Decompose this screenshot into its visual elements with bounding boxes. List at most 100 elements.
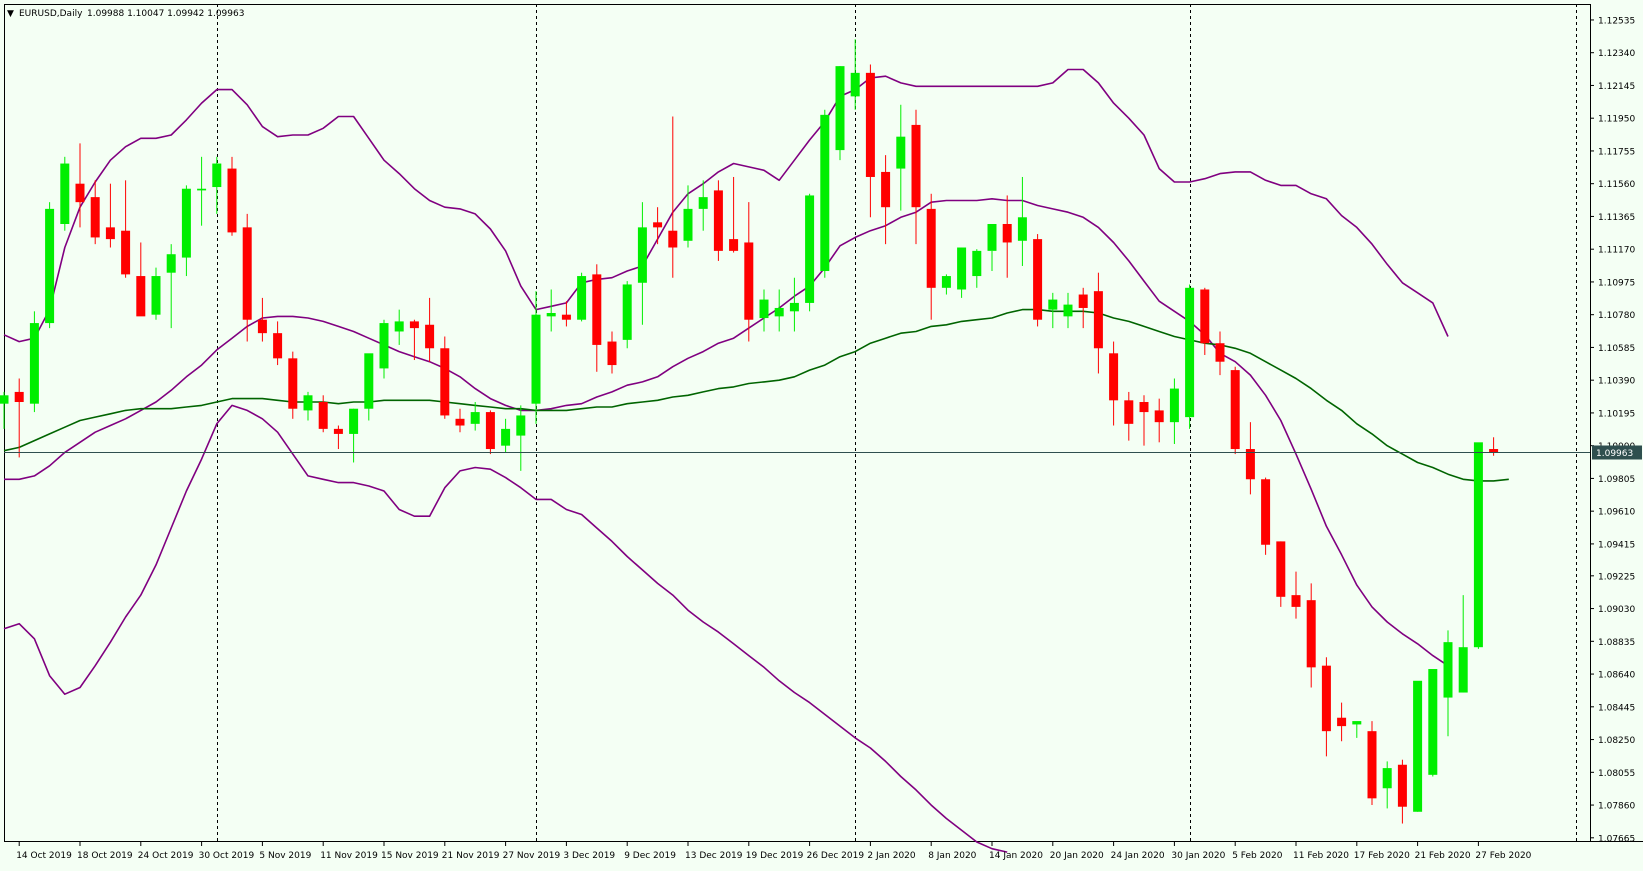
x-tick-label: 30 Oct 2019 <box>199 851 255 861</box>
candle-body <box>516 415 526 436</box>
candle-body <box>1017 217 1027 241</box>
x-tick-label: 13 Dec 2019 <box>685 851 743 861</box>
candle <box>440 336 450 419</box>
candle-body <box>1352 721 1362 725</box>
x-tick-label: 20 Jan 2020 <box>1050 851 1104 861</box>
candle-body <box>288 358 298 409</box>
x-tick-label: 18 Oct 2019 <box>77 851 133 861</box>
candle <box>1033 234 1043 327</box>
y-tick-label: 1.12535 <box>1598 16 1635 26</box>
candle-body <box>379 323 389 369</box>
y-tick-label: 1.08055 <box>1598 769 1635 779</box>
candle-body <box>394 321 404 332</box>
plot-frame <box>4 4 1591 842</box>
candle-body <box>409 321 419 329</box>
candle <box>1367 721 1377 806</box>
candle <box>1230 366 1240 455</box>
candle-body <box>105 227 115 240</box>
candle-body <box>1413 680 1423 812</box>
candle-body <box>835 66 845 151</box>
y-tick-label: 1.09610 <box>1598 508 1635 518</box>
candle-body <box>637 227 647 283</box>
candle-body <box>911 124 921 208</box>
candle-body <box>501 428 511 446</box>
candle-body <box>1002 223 1012 243</box>
candle-body <box>0 395 9 404</box>
candle-body <box>1473 442 1483 648</box>
candle-body <box>896 136 906 169</box>
y-tick-label: 1.11755 <box>1598 147 1635 157</box>
candle-body <box>197 188 207 191</box>
candle-body <box>653 222 663 228</box>
candle-body <box>1063 304 1073 317</box>
candle-body <box>1458 647 1468 693</box>
candle-body <box>1291 595 1301 607</box>
candle-body <box>789 302 799 312</box>
candle <box>1413 680 1423 812</box>
candle-body <box>1367 731 1377 799</box>
x-tick-label: 2 Jan 2020 <box>867 851 915 861</box>
candle-body <box>561 314 571 320</box>
y-tick-label: 1.11950 <box>1598 115 1635 125</box>
candle-body <box>136 276 146 317</box>
candle-body <box>805 195 815 303</box>
x-tick-label: 24 Oct 2019 <box>138 851 194 861</box>
x-tick-label: 5 Nov 2019 <box>259 851 311 861</box>
x-tick-label: 21 Nov 2019 <box>442 851 500 861</box>
y-tick-label: 1.09805 <box>1598 475 1635 485</box>
x-tick-label: 8 Jan 2020 <box>928 851 976 861</box>
candle-body <box>45 208 55 324</box>
candle <box>485 410 495 455</box>
candle <box>622 281 632 349</box>
candle-body <box>1306 600 1316 668</box>
x-tick-label: 11 Feb 2020 <box>1293 851 1349 861</box>
candle <box>45 202 55 329</box>
chart-window: 1.12535 1.12340 1.12145 1.11950 1.11755 1.115… <box>0 0 1643 871</box>
candle-body <box>592 274 602 345</box>
candle-body <box>1337 717 1347 727</box>
chart-canvas[interactable]: 1.12535 1.12340 1.12145 1.11950 1.11755 1.115… <box>0 0 1643 871</box>
x-tick-label: 17 Feb 2020 <box>1354 851 1410 861</box>
x-tick-label: 11 Nov 2019 <box>320 851 378 861</box>
candle-body <box>713 190 723 251</box>
y-tick-label: 1.08445 <box>1598 703 1635 713</box>
y-tick-label: 1.08835 <box>1598 638 1635 648</box>
candle-body <box>470 412 480 424</box>
candle-body <box>1321 665 1331 732</box>
candle-body <box>227 168 237 233</box>
ohlc-values: 1.09988 1.10047 1.09942 1.09963 <box>87 9 244 19</box>
x-tick-label: 9 Dec 2019 <box>624 851 676 861</box>
x-tick-label: 30 Jan 2020 <box>1171 851 1225 861</box>
y-tick-label: 1.11365 <box>1598 213 1635 223</box>
price-tag-value: 1.09963 <box>1596 449 1633 459</box>
candle-body <box>1443 642 1453 698</box>
candle-body <box>1428 669 1438 775</box>
collapse-arrow-icon[interactable]: ▼ <box>7 9 14 19</box>
candle <box>820 109 830 278</box>
candle-body <box>1200 289 1210 344</box>
x-tick-label: 15 Nov 2019 <box>381 851 439 861</box>
symbol-timeframe: EURUSD,Daily <box>19 9 83 19</box>
candle-body <box>744 242 754 320</box>
x-tick-label: 27 Feb 2020 <box>1475 851 1531 861</box>
candle-body <box>425 324 435 349</box>
candle-body <box>972 250 982 277</box>
price-tag: 1.09963 <box>1592 445 1642 460</box>
y-tick-label: 1.07665 <box>1598 834 1635 844</box>
candle <box>1428 669 1438 777</box>
candle-body <box>957 247 967 290</box>
candle-body <box>1139 402 1149 413</box>
candle-body <box>212 163 222 188</box>
candle-body <box>865 72 875 177</box>
candle <box>60 156 70 231</box>
candle-body <box>257 319 267 334</box>
candle-body <box>1154 410 1164 423</box>
y-tick-label: 1.10975 <box>1598 278 1635 288</box>
candle-body <box>1245 449 1255 480</box>
candle-body <box>29 323 39 404</box>
candle-body <box>1048 299 1058 310</box>
x-tick-label: 3 Dec 2019 <box>563 851 615 861</box>
candle-body <box>1185 287 1195 418</box>
x-tick-label: 21 Feb 2020 <box>1415 851 1471 861</box>
y-tick-label: 1.09030 <box>1598 605 1635 615</box>
